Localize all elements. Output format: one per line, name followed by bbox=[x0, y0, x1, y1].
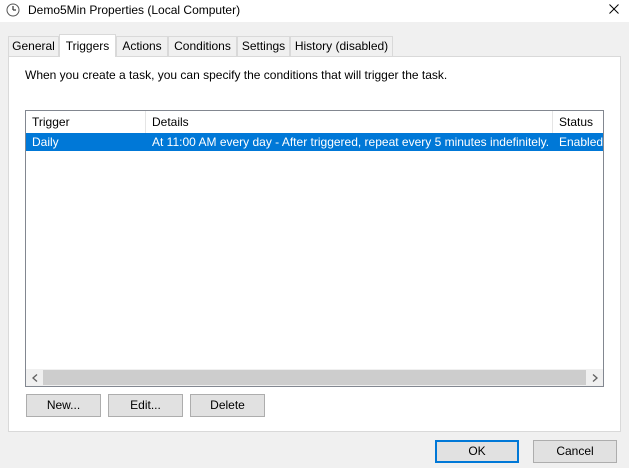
list-header: Trigger Details Status bbox=[26, 111, 603, 133]
column-header-trigger[interactable]: Trigger bbox=[26, 111, 146, 133]
close-icon bbox=[609, 4, 619, 14]
chevron-right-icon bbox=[592, 373, 598, 382]
triggers-description: When you create a task, you can specify … bbox=[25, 68, 448, 82]
cell-status: Enabled bbox=[559, 135, 604, 149]
cell-details: At 11:00 AM every day - After triggered,… bbox=[152, 135, 550, 149]
new-trigger-button[interactable]: New... bbox=[26, 394, 101, 417]
ok-button[interactable]: OK bbox=[435, 440, 519, 463]
chevron-left-icon bbox=[31, 373, 37, 382]
cell-trigger: Daily bbox=[32, 135, 59, 149]
column-header-status[interactable]: Status bbox=[553, 111, 603, 133]
triggers-panel: When you create a task, you can specify … bbox=[8, 56, 621, 432]
tab-actions[interactable]: Actions bbox=[116, 36, 168, 56]
tab-conditions[interactable]: Conditions bbox=[168, 36, 237, 56]
scroll-thumb[interactable] bbox=[43, 370, 586, 385]
close-button[interactable] bbox=[599, 0, 629, 18]
tab-triggers[interactable]: Triggers bbox=[59, 34, 116, 57]
triggers-list[interactable]: Trigger Details Status Daily At 11:00 AM… bbox=[25, 110, 604, 387]
window-title: Demo5Min Properties (Local Computer) bbox=[28, 3, 241, 17]
clock-icon bbox=[6, 3, 20, 17]
tab-general[interactable]: General bbox=[8, 36, 59, 56]
scroll-left-button[interactable] bbox=[26, 369, 43, 386]
tab-settings[interactable]: Settings bbox=[237, 36, 290, 56]
delete-trigger-button[interactable]: Delete bbox=[190, 394, 265, 417]
horizontal-scrollbar[interactable] bbox=[26, 369, 603, 386]
column-header-details[interactable]: Details bbox=[146, 111, 553, 133]
title-bar: Demo5Min Properties (Local Computer) bbox=[0, 0, 629, 22]
scroll-right-button[interactable] bbox=[586, 369, 603, 386]
tab-history[interactable]: History (disabled) bbox=[290, 36, 393, 56]
edit-trigger-button[interactable]: Edit... bbox=[108, 394, 183, 417]
task-properties-dialog: Demo5Min Properties (Local Computer) Gen… bbox=[0, 0, 629, 468]
table-row[interactable]: Daily At 11:00 AM every day - After trig… bbox=[26, 133, 603, 151]
cancel-button[interactable]: Cancel bbox=[533, 440, 617, 463]
